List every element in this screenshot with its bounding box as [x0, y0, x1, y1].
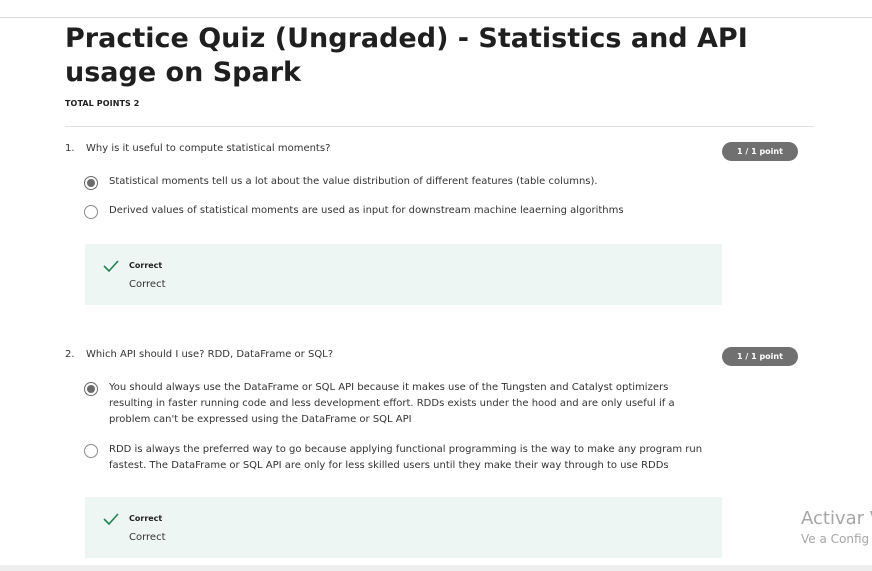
- bottom-bar: [0, 565, 872, 571]
- answer-option[interactable]: RDD is always the preferred way to go be…: [84, 444, 714, 474]
- radio-selected-icon[interactable]: [84, 382, 98, 396]
- answer-option[interactable]: You should always use the DataFrame or S…: [84, 382, 709, 428]
- feedback-text: Correct: [129, 279, 166, 290]
- feedback-correct: Correct Correct: [85, 244, 722, 305]
- answer-option-text: Derived values of statistical moments ar…: [109, 205, 624, 216]
- radio-unselected-icon[interactable]: [84, 444, 98, 458]
- feedback-text: Correct: [129, 532, 166, 543]
- question-number: 1.: [65, 143, 75, 154]
- check-icon: [103, 260, 119, 272]
- question-number: 2.: [65, 349, 75, 360]
- check-icon: [103, 513, 119, 525]
- header-divider: [65, 126, 814, 127]
- feedback-title: Correct: [129, 514, 163, 523]
- feedback-title: Correct: [129, 261, 163, 270]
- activation-watermark-title: Activar V: [801, 508, 872, 529]
- radio-unselected-icon[interactable]: [84, 205, 98, 219]
- radio-selected-icon[interactable]: [84, 176, 98, 190]
- answer-option-text: You should always use the DataFrame or S…: [109, 382, 675, 425]
- top-divider: [0, 17, 872, 18]
- answer-option[interactable]: Derived values of statistical moments ar…: [84, 205, 709, 219]
- page-title: Practice Quiz (Ungraded) - Statistics an…: [65, 23, 748, 88]
- total-points: TOTAL POINTS 2: [65, 99, 140, 108]
- points-badge: 1 / 1 point: [722, 347, 798, 366]
- feedback-correct: Correct Correct: [85, 497, 722, 558]
- answer-option-text: RDD is always the preferred way to go be…: [109, 444, 703, 471]
- answer-option[interactable]: Statistical moments tell us a lot about …: [84, 176, 709, 190]
- answer-option-text: Statistical moments tell us a lot about …: [109, 176, 598, 187]
- points-badge: 1 / 1 point: [722, 142, 798, 161]
- question-text: Which API should I use? RDD, DataFrame o…: [86, 349, 334, 360]
- question-text: Why is it useful to compute statistical …: [86, 143, 331, 154]
- activation-watermark-subtitle: Ve a Config: [801, 532, 870, 546]
